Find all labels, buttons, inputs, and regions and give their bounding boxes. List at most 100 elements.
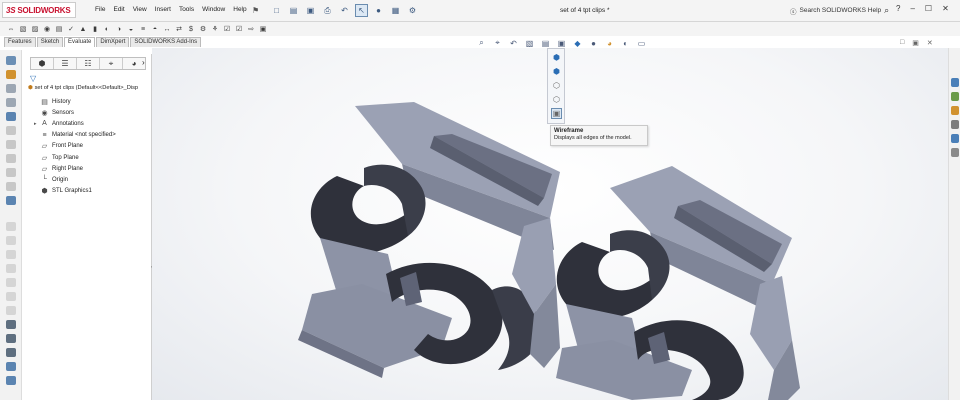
mass-properties-icon[interactable]: ▧	[18, 24, 28, 34]
options-gear-icon[interactable]: ⚙	[406, 4, 419, 17]
rotate-icon[interactable]	[6, 292, 16, 301]
menu-view[interactable]: View	[133, 6, 147, 13]
design-library-icon[interactable]	[951, 92, 959, 101]
sensor-icon[interactable]: ◉	[42, 24, 52, 34]
print-icon[interactable]: ⎙	[321, 4, 334, 17]
save-icon[interactable]: ▣	[304, 4, 317, 17]
curvature-icon[interactable]: ◓	[150, 24, 160, 34]
question-icon[interactable]: ?	[896, 4, 900, 13]
clip-right[interactable]	[556, 166, 800, 400]
file-properties-icon[interactable]: ▦	[389, 4, 402, 17]
statistics-icon[interactable]: ▤	[54, 24, 64, 34]
doc-close-icon[interactable]: ✕	[927, 39, 933, 47]
menu-insert[interactable]: Insert	[155, 6, 171, 13]
repair-icon[interactable]	[6, 334, 16, 343]
circle-icon[interactable]	[6, 140, 16, 149]
sketch-tool-icon[interactable]	[6, 56, 16, 65]
line-icon[interactable]	[6, 112, 16, 121]
edit-appearance-icon[interactable]: ◕	[604, 39, 615, 48]
thickness-icon[interactable]: ▮	[90, 24, 100, 34]
restore-icon[interactable]: ☐	[925, 4, 932, 13]
tab-sketch[interactable]: Sketch	[36, 37, 64, 47]
geometry-analysis-icon[interactable]: ▲	[78, 24, 88, 34]
zebra-stripes-icon[interactable]: ≡	[138, 24, 148, 34]
feature-manager-tab-icon[interactable]: ⬢	[31, 58, 54, 69]
open-folder-icon[interactable]: ▤	[287, 4, 300, 17]
offset-icon[interactable]	[6, 236, 16, 245]
tree-item-material[interactable]: ≡ Material <not specified>	[34, 130, 115, 141]
entity-icon[interactable]	[6, 98, 16, 107]
display-icon[interactable]	[6, 320, 16, 329]
minimize-icon[interactable]: –	[910, 4, 914, 13]
rectangle-icon[interactable]	[6, 126, 16, 135]
costing-icon[interactable]: $	[186, 24, 196, 34]
mirror-icon[interactable]	[6, 196, 16, 205]
section-view-icon[interactable]: ▧	[524, 39, 535, 48]
relations-icon[interactable]	[6, 84, 16, 93]
tab-dimxpert[interactable]: DimXpert	[96, 37, 130, 47]
tree-item-history[interactable]: ▤ History	[34, 96, 116, 107]
instant2d-icon[interactable]	[6, 376, 16, 385]
file-explorer-icon[interactable]	[951, 106, 959, 115]
tab-features[interactable]: Features	[4, 37, 36, 47]
doc-restore-icon[interactable]: □	[900, 39, 904, 47]
parting-line-icon[interactable]: ◒	[126, 24, 136, 34]
previous-view-icon[interactable]: ↶	[508, 39, 519, 48]
zoom-to-fit-icon[interactable]: ⌕	[476, 38, 487, 48]
sustainability-icon[interactable]: ⚘	[210, 24, 220, 34]
configuration-manager-tab-icon[interactable]: ☷	[77, 58, 100, 69]
draft-analysis-icon[interactable]: ◐	[102, 24, 112, 34]
section-properties-icon[interactable]: ▨	[30, 24, 40, 34]
check-box-2-icon[interactable]: ☑	[234, 24, 244, 34]
undo-icon[interactable]: ↶	[338, 4, 351, 17]
tree-item-annotations[interactable]: ▸ A Annotations	[34, 118, 116, 129]
tree-item-front-plane[interactable]: ▱ Front Plane	[34, 141, 116, 152]
tree-item-top-plane[interactable]: ▱ Top Plane	[34, 152, 116, 163]
new-document-icon[interactable]: □	[270, 4, 283, 17]
zoom-to-area-icon[interactable]: ⌖	[492, 38, 503, 48]
menu-window[interactable]: Window	[202, 6, 225, 13]
menu-edit[interactable]: Edit	[113, 6, 124, 13]
check-icon[interactable]: ✓	[66, 24, 76, 34]
export-icon[interactable]: ⇨	[246, 24, 256, 34]
help-search[interactable]: ⓢ Search SOLIDWORKS Help ⌕	[790, 5, 889, 16]
doc-maximize-icon[interactable]: ▣	[912, 39, 919, 47]
appearances-icon[interactable]	[951, 134, 959, 143]
solidworks-logo[interactable]: 3S SOLIDWORKS	[2, 2, 76, 18]
menu-help[interactable]: Help	[233, 6, 246, 13]
close-icon[interactable]: ✕	[942, 4, 949, 13]
print3d-icon[interactable]: ▣	[258, 24, 268, 34]
wireframe-icon[interactable]: ▣	[551, 108, 562, 119]
measure-icon[interactable]: ⇔	[6, 24, 16, 34]
dimxpert-manager-tab-icon[interactable]: ⌖	[100, 58, 123, 69]
tree-item-sensors[interactable]: ◉ Sensors	[34, 107, 116, 118]
select-arrow-icon[interactable]: ↖	[355, 4, 368, 17]
tree-item-right-plane[interactable]: ▱ Right Plane	[34, 163, 116, 174]
arc-icon[interactable]	[6, 154, 16, 163]
undercut-icon[interactable]: ◑	[114, 24, 124, 34]
tree-item-origin[interactable]: └ Origin	[34, 174, 116, 185]
quick-snaps-icon[interactable]	[6, 348, 16, 357]
clip-left[interactable]	[298, 102, 560, 378]
check-box-icon[interactable]: ☑	[222, 24, 232, 34]
menu-file[interactable]: File	[95, 6, 105, 13]
simulation-icon[interactable]: ⚙	[198, 24, 208, 34]
trim-icon[interactable]	[6, 222, 16, 231]
display-style-icon[interactable]: ◆	[572, 39, 583, 48]
pattern-icon[interactable]	[6, 250, 16, 259]
hide-show-items-icon[interactable]: ●	[588, 39, 599, 48]
filter-icon[interactable]: ▽	[30, 74, 36, 83]
tab-solidworks-add-ins[interactable]: SOLIDWORKS Add-Ins	[130, 37, 202, 47]
rebuild-icon[interactable]: ●	[372, 4, 385, 17]
scale-icon[interactable]	[6, 306, 16, 315]
view-settings-icon[interactable]: ▭	[636, 39, 647, 48]
dimension-icon[interactable]	[6, 70, 16, 79]
solidworks-resources-icon[interactable]	[951, 78, 959, 87]
tree-root-part[interactable]: ⬢ set of 4 tpt clips (Default<<Default>_…	[28, 85, 152, 91]
shaded-icon[interactable]: ⬢	[551, 66, 562, 77]
shaded-with-edges-icon[interactable]: ⬢	[551, 52, 562, 63]
property-manager-tab-icon[interactable]: ☰	[54, 58, 77, 69]
tree-item-stl-graphics[interactable]: ⬢ STL Graphics1	[34, 186, 116, 197]
pin-icon[interactable]: ⚑	[252, 6, 259, 15]
hidden-lines-visible-icon[interactable]: ⬡	[551, 94, 562, 105]
